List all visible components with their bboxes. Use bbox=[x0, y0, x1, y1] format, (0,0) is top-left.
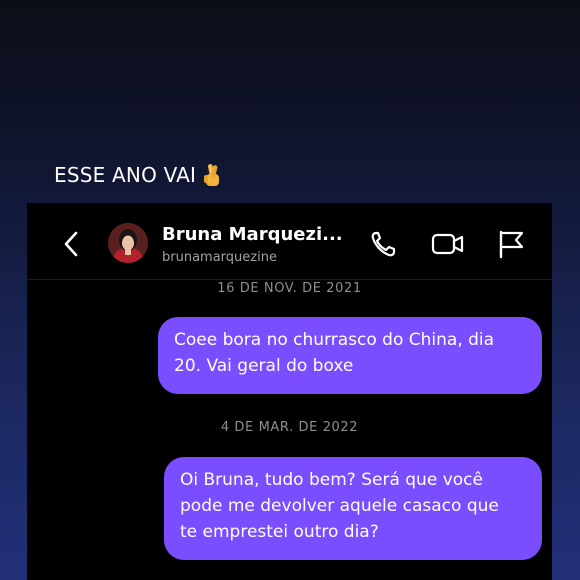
avatar[interactable] bbox=[108, 223, 148, 263]
message-line: 20. Vai geral do boxe bbox=[174, 356, 354, 376]
back-icon[interactable] bbox=[61, 231, 83, 257]
date-separator: 16 DE NOV. DE 2021 bbox=[217, 281, 362, 296]
crossed-fingers-emoji-icon bbox=[202, 162, 224, 188]
message-line: Oi Bruna, tudo bem? Será que você bbox=[180, 470, 483, 490]
chat-window: Bruna Marquezi... brunamarquezine 16 DE … bbox=[27, 203, 552, 580]
message-line: Coee bora no churrasco do China, dia bbox=[174, 330, 495, 350]
phone-icon[interactable] bbox=[367, 229, 401, 259]
message-line: pode me devolver aquele casaco que bbox=[180, 496, 499, 516]
caption: ESSE ANO VAI bbox=[54, 162, 224, 188]
chat-header: Bruna Marquezi... brunamarquezine bbox=[27, 203, 552, 280]
message-bubble[interactable]: Coee bora no churrasco do China, dia 20.… bbox=[158, 317, 542, 394]
contact-name[interactable]: Bruna Marquezi... bbox=[162, 224, 343, 245]
message-line: te emprestei outro dia? bbox=[180, 522, 379, 542]
message-bubble[interactable]: Oi Bruna, tudo bem? Será que você pode m… bbox=[164, 457, 542, 560]
caption-text: ESSE ANO VAI bbox=[54, 163, 197, 187]
date-separator: 4 DE MAR. DE 2022 bbox=[220, 420, 359, 435]
contact-handle: brunamarquezine bbox=[162, 250, 277, 265]
video-icon[interactable] bbox=[431, 229, 465, 259]
flag-icon[interactable] bbox=[495, 229, 529, 259]
